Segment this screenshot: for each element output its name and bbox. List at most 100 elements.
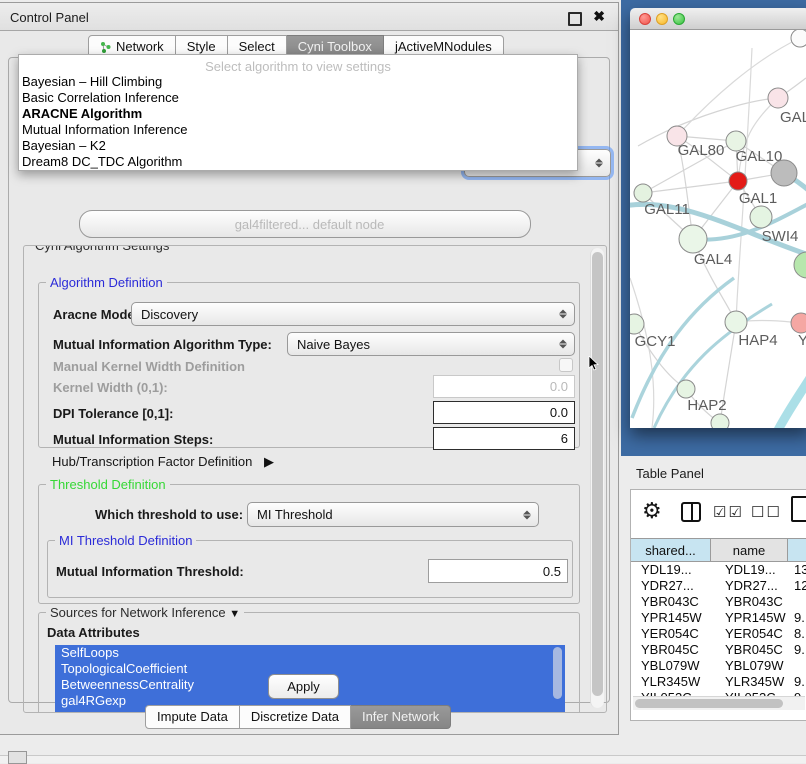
table-cell[interactable]: YER054C <box>631 626 711 642</box>
network-node-hap4[interactable] <box>725 311 747 333</box>
kernel-width-field[interactable]: 0.0 <box>433 375 575 398</box>
collapse-down-icon[interactable]: ▼ <box>229 608 240 620</box>
table-cell[interactable]: 12 <box>788 578 806 594</box>
table-cell[interactable]: YLR345W <box>631 674 711 690</box>
hub-definition-toggle[interactable]: Hub/Transcription Factor Definition ▶ <box>52 454 274 470</box>
node-label: Y <box>798 332 806 349</box>
which-threshold-combobox[interactable]: MI Threshold <box>247 502 539 527</box>
network-edge[interactable] <box>778 378 806 428</box>
network-node-gal11[interactable] <box>634 184 652 202</box>
network-node-gal4[interactable] <box>679 225 707 253</box>
export-table-icon[interactable] <box>791 496 806 522</box>
table-cell[interactable]: YBR043C <box>711 594 788 610</box>
network-node-gal7[interactable] <box>768 88 788 108</box>
table-cell[interactable]: 9. <box>788 610 806 626</box>
network-node-y[interactable] <box>791 313 806 333</box>
node-label: SWI4 <box>762 228 799 245</box>
network-edge[interactable] <box>630 278 654 428</box>
select-all-columns-icon[interactable]: ☑☑ <box>713 503 744 521</box>
manual-kernel-checkbox[interactable] <box>559 358 573 372</box>
table-row[interactable]: YLR345WYLR345W9. <box>631 674 806 690</box>
table-row[interactable]: YDR27...YDR27...12 <box>631 578 806 594</box>
table-cell[interactable]: YLR345W <box>711 674 788 690</box>
aracne-mode-combobox[interactable]: Discovery <box>131 302 575 326</box>
minimized-panel-icon[interactable] <box>8 751 27 764</box>
table-cell[interactable]: 13 <box>788 562 806 578</box>
which-threshold-label: Which threshold to use: <box>95 507 243 522</box>
table-cell[interactable]: YBR043C <box>631 594 711 610</box>
network-node[interactable] <box>791 30 806 47</box>
node-label: HAP2 <box>687 397 726 414</box>
algorithm-definition-title: Algorithm Definition <box>46 275 167 290</box>
table-cell[interactable] <box>788 594 806 610</box>
kernel-width-value: 0.0 <box>550 379 568 394</box>
apply-button[interactable]: Apply <box>268 674 339 699</box>
table-row[interactable]: YBR043CYBR043C <box>631 594 806 610</box>
network-edge[interactable] <box>643 181 738 193</box>
gear-icon[interactable]: ⚙ <box>642 498 662 524</box>
algorithm-option[interactable]: ARACNE Algorithm <box>19 106 577 122</box>
table-cell[interactable]: 9. <box>788 674 806 690</box>
table-row[interactable]: YBR045CYBR045C9. <box>631 642 806 658</box>
network-graph[interactable]: GAL7GAL80GAL10GAL1GAL11SWI4GAL4GCY1HAP4Y… <box>630 30 806 428</box>
tab-impute-data[interactable]: Impute Data <box>145 705 240 729</box>
mac-zoom-button[interactable] <box>673 13 685 25</box>
table-cell[interactable]: YPR145W <box>631 610 711 626</box>
column-header-shared[interactable]: shared... <box>631 538 711 562</box>
mac-minimize-button[interactable] <box>656 13 668 25</box>
algorithm-option[interactable]: Bayesian – K2 <box>19 138 577 154</box>
network-node[interactable] <box>711 414 729 428</box>
algorithm-option[interactable]: Mutual Information Inference <box>19 122 577 138</box>
table-row[interactable]: YDL19...YDL19...13 <box>631 562 806 578</box>
close-icon[interactable]: ✖ <box>593 8 605 25</box>
tab-infer-network[interactable]: Infer Network <box>351 705 451 729</box>
column-header-name[interactable]: name <box>711 538 788 562</box>
tab-discretize-data[interactable]: Discretize Data <box>240 705 351 729</box>
table-row[interactable]: YPR145WYPR145W9. <box>631 610 806 626</box>
network-node-gal1[interactable] <box>729 172 747 190</box>
deselect-all-columns-icon[interactable]: ☐☐ <box>751 503 782 521</box>
expand-right-icon: ▶ <box>264 454 274 470</box>
table-cell[interactable]: YPR145W <box>711 610 788 626</box>
network-canvas[interactable]: GAL7GAL80GAL10GAL1GAL11SWI4GAL4GCY1HAP4Y… <box>630 30 806 428</box>
table-cell[interactable]: YBR045C <box>711 642 788 658</box>
table-cell[interactable]: YBL079W <box>711 658 788 674</box>
settings-scrollbar[interactable] <box>590 248 604 708</box>
network-node[interactable] <box>794 252 806 278</box>
network-window-titlebar[interactable] <box>630 8 806 30</box>
table-cell[interactable]: YBL079W <box>631 658 711 674</box>
table-hscroll-thumb[interactable] <box>635 699 783 708</box>
mi-steps-field[interactable]: 6 <box>433 427 575 450</box>
table-cell[interactable] <box>788 658 806 674</box>
table-cell[interactable]: YDL19... <box>631 562 711 578</box>
table-cell[interactable]: 8. <box>788 626 806 642</box>
table-cell[interactable]: YDL19... <box>711 562 788 578</box>
table-cell[interactable]: YDR27... <box>711 578 788 594</box>
column-header-A[interactable]: A <box>788 538 806 562</box>
algorithm-option[interactable]: Basic Correlation Inference <box>19 90 577 106</box>
mac-close-button[interactable] <box>639 13 651 25</box>
algorithm-option[interactable]: Bayesian – Hill Climbing <box>19 74 577 90</box>
settings-scrollbar-thumb[interactable] <box>592 252 603 696</box>
network-node-swi4[interactable] <box>750 206 772 228</box>
dpi-tolerance-field[interactable]: 0.0 <box>433 401 575 424</box>
node-label: GAL7 <box>780 109 806 126</box>
table-cell[interactable]: YBR045C <box>631 642 711 658</box>
attribute-list-item[interactable]: SelfLoops <box>55 645 565 661</box>
mi-algorithm-type-combobox[interactable]: Naive Bayes <box>287 332 575 356</box>
network-selection-combobox[interactable]: gal4filtered... default node <box>79 210 531 238</box>
table-row[interactable]: YER054CYER054C8. <box>631 626 806 642</box>
mi-threshold-field[interactable]: 0.5 <box>428 559 568 583</box>
float-panel-icon[interactable] <box>568 12 582 26</box>
table-cell[interactable]: 9. <box>788 642 806 658</box>
algorithm-option[interactable]: Dream8 DC_TDC Algorithm <box>19 154 577 170</box>
network-node[interactable] <box>771 160 797 186</box>
list-scrollbar[interactable] <box>553 647 562 699</box>
table-horizontal-scrollbar[interactable] <box>633 696 805 710</box>
table-row[interactable]: YBL079WYBL079W <box>631 658 806 674</box>
table-cell[interactable]: YER054C <box>711 626 788 642</box>
table-cell[interactable]: YDR27... <box>631 578 711 594</box>
network-node-hap2[interactable] <box>677 380 695 398</box>
hub-definition-label: Hub/Transcription Factor Definition <box>52 454 252 469</box>
split-columns-icon[interactable] <box>681 502 701 522</box>
